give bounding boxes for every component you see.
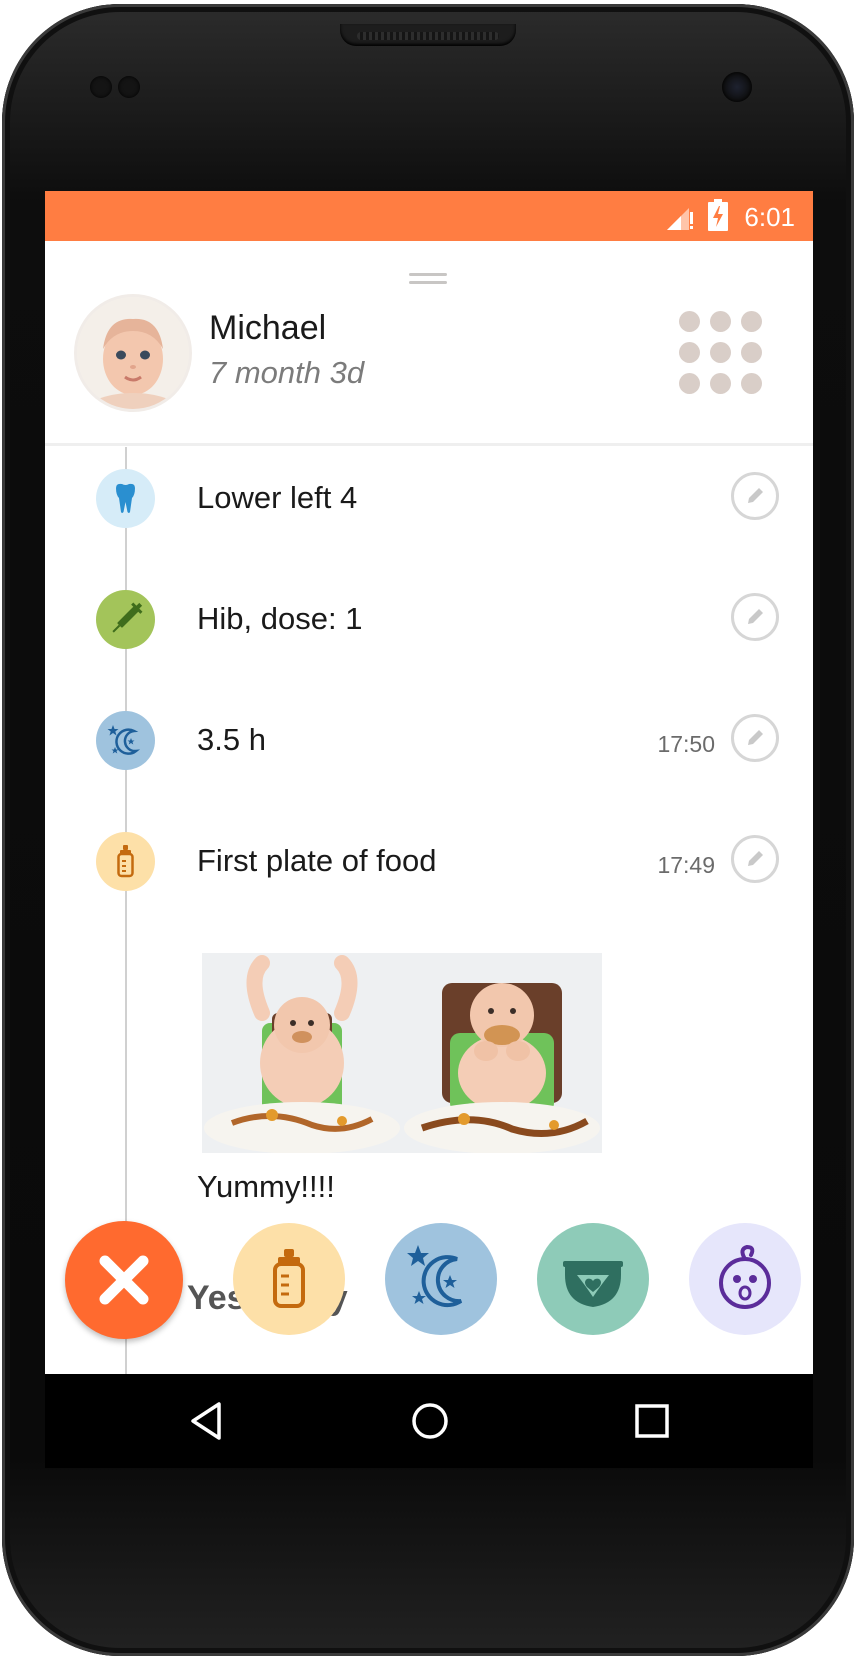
baby-eating-photo-1[interactable] (202, 953, 402, 1153)
drag-handle[interactable] (409, 273, 447, 287)
recents-icon[interactable] (629, 1398, 675, 1444)
avatar[interactable] (77, 297, 189, 409)
signal-icon (667, 208, 693, 230)
grid-menu-icon[interactable] (679, 311, 767, 399)
entry-label: 3.5 h (197, 722, 266, 757)
sleep-moon-icon (407, 1245, 463, 1308)
baby-eating-photo-2[interactable] (402, 953, 602, 1153)
app-screen: 6:01 Michael 7 month 3d Lower left 4 Hib… (45, 191, 813, 1468)
bottle-icon (96, 832, 155, 891)
add-mood-button[interactable] (689, 1223, 801, 1335)
entry-note: Yummy!!!! (197, 1169, 335, 1204)
entry-time: 17:49 (657, 852, 715, 878)
close-button[interactable] (65, 1221, 183, 1339)
add-sleep-button[interactable] (385, 1223, 497, 1335)
sensor (90, 76, 112, 98)
edit-button[interactable] (731, 593, 779, 641)
profile-header: Michael 7 month 3d (45, 291, 813, 446)
sensor (118, 76, 140, 98)
status-bar: 6:01 (45, 191, 813, 241)
phone-frame: 6:01 Michael 7 month 3d Lower left 4 Hib… (2, 4, 854, 1656)
back-icon[interactable] (185, 1398, 231, 1444)
edit-button[interactable] (731, 835, 779, 883)
child-name: Michael (209, 309, 327, 347)
entry-time: 17:50 (657, 731, 715, 757)
entry-label: Lower left 4 (197, 480, 358, 515)
edit-button[interactable] (731, 472, 779, 520)
pencil-icon (748, 609, 763, 624)
timeline-entry[interactable]: Lower left 4 (45, 463, 813, 533)
speaker-grill (357, 32, 499, 40)
timeline-entry[interactable]: 3.5 h 17:50 (45, 705, 813, 775)
edit-button[interactable] (731, 714, 779, 762)
diaper-icon (563, 1261, 623, 1307)
child-age: 7 month 3d (209, 355, 365, 390)
add-feeding-button[interactable] (233, 1223, 345, 1335)
timeline-entry[interactable]: Hib, dose: 1 (45, 584, 813, 654)
pencil-icon (748, 488, 763, 503)
entry-label: Hib, dose: 1 (197, 601, 363, 636)
add-diaper-button[interactable] (537, 1223, 649, 1335)
baby-face-icon (719, 1244, 771, 1309)
pencil-icon (748, 851, 763, 866)
status-time: 6:01 (744, 202, 795, 232)
baby-avatar-image (77, 297, 189, 409)
front-camera (722, 72, 752, 102)
navigation-bar (45, 1374, 813, 1468)
sleep-moon-icon (96, 711, 155, 770)
home-icon[interactable] (407, 1398, 453, 1444)
close-icon (99, 1255, 149, 1305)
battery-charging-icon (708, 199, 728, 231)
timeline-entry[interactable]: First plate of food 17:49 (45, 826, 813, 896)
entry-label: First plate of food (197, 843, 437, 878)
syringe-icon (96, 590, 155, 649)
pencil-icon (748, 730, 763, 745)
tooth-icon (96, 469, 155, 528)
bottle-icon (273, 1249, 305, 1308)
